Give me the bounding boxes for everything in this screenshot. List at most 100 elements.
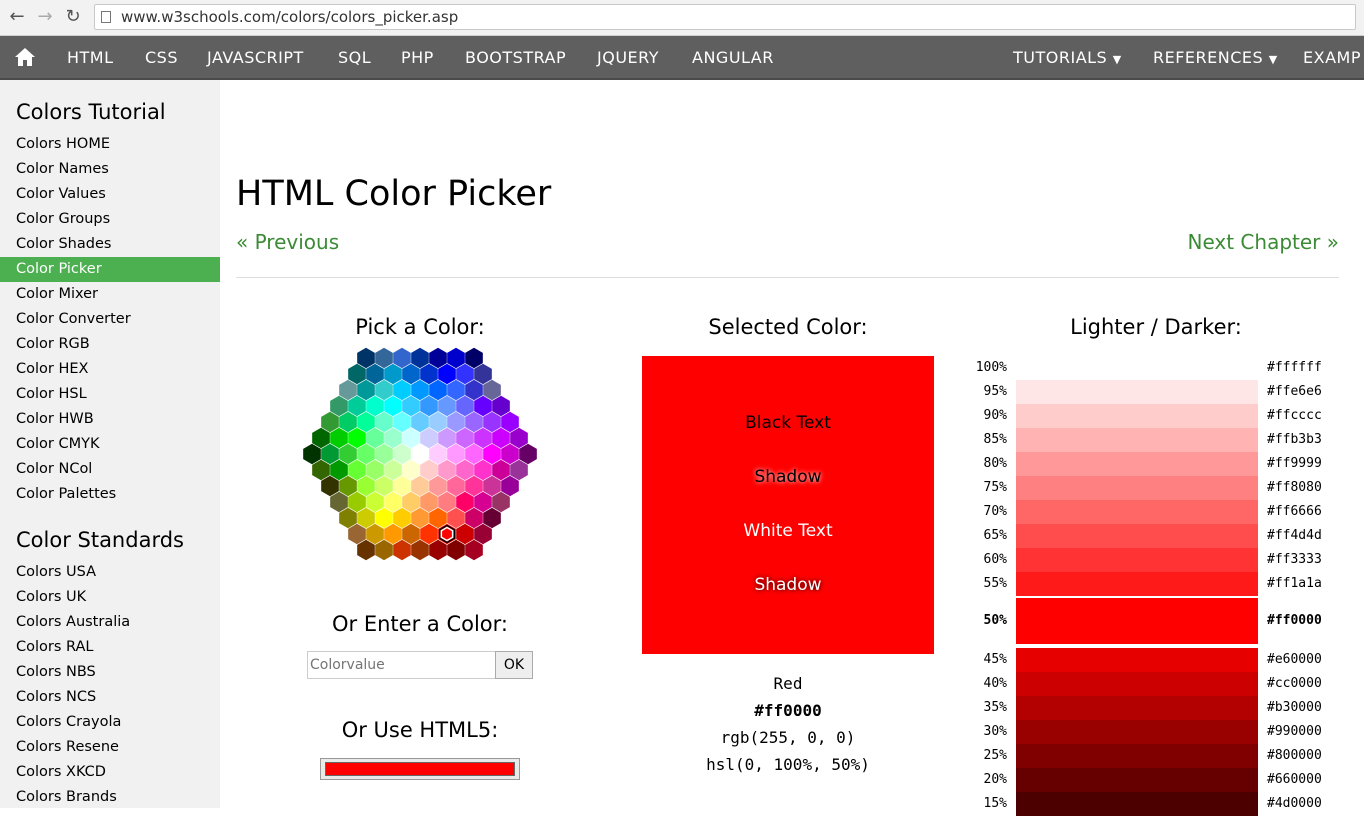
color-hex-cell[interactable] xyxy=(438,459,456,481)
color-hex-cell[interactable] xyxy=(501,475,519,497)
sidebar-item-colors-australia[interactable]: Colors Australia xyxy=(0,610,220,635)
color-hex-cell[interactable] xyxy=(348,491,366,513)
color-hex-cell[interactable] xyxy=(456,491,474,513)
address-url[interactable]: www.w3schools.com/colors/colors_picker.a… xyxy=(121,8,458,26)
sidebar-item-color-ncol[interactable]: Color NCol xyxy=(0,457,220,482)
color-hex-cell[interactable] xyxy=(330,459,348,481)
sidebar-item-color-rgb[interactable]: Color RGB xyxy=(0,332,220,357)
color-hex-cell[interactable] xyxy=(483,443,501,465)
sidebar-item-colors-ncs[interactable]: Colors NCS xyxy=(0,685,220,710)
color-hex-cell[interactable] xyxy=(465,347,483,369)
color-hex-cell[interactable] xyxy=(429,475,447,497)
color-hex-cell[interactable] xyxy=(312,459,330,481)
color-hex-cell[interactable] xyxy=(447,347,465,369)
sidebar-item-colors-crayola[interactable]: Colors Crayola xyxy=(0,710,220,735)
color-hex-cell[interactable] xyxy=(465,475,483,497)
shade-swatch[interactable] xyxy=(1016,572,1258,596)
color-hex-cell[interactable] xyxy=(438,427,456,449)
color-hex-cell[interactable] xyxy=(321,475,339,497)
shade-swatch[interactable] xyxy=(1016,476,1258,500)
color-hex-cell[interactable] xyxy=(420,459,438,481)
sidebar-item-color-hsl[interactable]: Color HSL xyxy=(0,382,220,407)
color-hex-cell[interactable] xyxy=(393,443,411,465)
sidebar-item-color-converter[interactable]: Color Converter xyxy=(0,307,220,332)
color-hex-cell[interactable] xyxy=(474,427,492,449)
color-hex-cell[interactable] xyxy=(357,379,375,401)
color-hex-cell[interactable] xyxy=(348,459,366,481)
color-hex-cell[interactable] xyxy=(474,491,492,513)
color-hex-cell[interactable] xyxy=(339,507,357,529)
nav-examples[interactable]: EXAMP xyxy=(1303,36,1361,78)
color-hex-cell[interactable] xyxy=(492,427,510,449)
sidebar-item-color-hwb[interactable]: Color HWB xyxy=(0,407,220,432)
color-hex-cell[interactable] xyxy=(438,363,456,385)
sidebar-item-color-shades[interactable]: Color Shades xyxy=(0,232,220,257)
color-hex-cell[interactable] xyxy=(375,507,393,529)
nav-tutorials[interactable]: TUTORIALS ▼ xyxy=(1013,36,1122,78)
color-hex-cell[interactable] xyxy=(366,427,384,449)
nav-php[interactable]: PHP xyxy=(401,36,434,78)
color-hex-cell[interactable] xyxy=(447,411,465,433)
color-hex-cell[interactable] xyxy=(357,475,375,497)
shade-swatch[interactable] xyxy=(1016,696,1258,720)
shade-swatch[interactable] xyxy=(1016,598,1258,644)
color-hex-cell[interactable] xyxy=(474,363,492,385)
color-hex-cell[interactable] xyxy=(402,491,420,513)
color-hex-cell[interactable] xyxy=(438,491,456,513)
color-hex-cell[interactable] xyxy=(411,379,429,401)
sidebar-item-color-palettes[interactable]: Color Palettes xyxy=(0,482,220,507)
sidebar-item-colors-nbs[interactable]: Colors NBS xyxy=(0,660,220,685)
color-hex-cell[interactable] xyxy=(375,379,393,401)
shade-swatch[interactable] xyxy=(1016,452,1258,476)
color-hex-cell[interactable] xyxy=(384,427,402,449)
color-hex-cell[interactable] xyxy=(393,379,411,401)
color-hex-cell[interactable] xyxy=(420,363,438,385)
color-hex-cell[interactable] xyxy=(501,443,519,465)
html5-color-picker[interactable] xyxy=(320,758,520,780)
color-hex-cell[interactable] xyxy=(447,475,465,497)
color-hex-cell[interactable] xyxy=(474,395,492,417)
sidebar-item-colors-xkcd[interactable]: Colors XKCD xyxy=(0,760,220,785)
color-hex-cell[interactable] xyxy=(411,507,429,529)
color-hex-cell[interactable] xyxy=(456,395,474,417)
nav-references[interactable]: REFERENCES ▼ xyxy=(1153,36,1278,78)
color-hex-cell[interactable] xyxy=(411,411,429,433)
color-hex-cell[interactable] xyxy=(375,475,393,497)
shade-swatch[interactable] xyxy=(1016,356,1258,380)
color-hex-cell[interactable] xyxy=(456,427,474,449)
shade-swatch[interactable] xyxy=(1016,720,1258,744)
color-hex-cell[interactable] xyxy=(393,475,411,497)
color-hex-cell[interactable] xyxy=(330,491,348,513)
color-hex-cell[interactable] xyxy=(357,443,375,465)
color-hex-cell[interactable] xyxy=(321,411,339,433)
nav-html[interactable]: HTML xyxy=(67,36,114,78)
shade-swatch[interactable] xyxy=(1016,672,1258,696)
color-hex-cell[interactable] xyxy=(465,507,483,529)
shade-swatch[interactable] xyxy=(1016,792,1258,816)
color-hex-cell[interactable] xyxy=(492,459,510,481)
shade-swatch[interactable] xyxy=(1016,380,1258,404)
color-hex-cell[interactable] xyxy=(366,459,384,481)
color-hex-cell[interactable] xyxy=(429,379,447,401)
color-hex-cell[interactable] xyxy=(492,491,510,513)
ok-button[interactable]: OK xyxy=(495,651,533,679)
color-hex-cell[interactable] xyxy=(420,491,438,513)
color-hex-cell[interactable] xyxy=(375,539,393,561)
shade-swatch[interactable] xyxy=(1016,500,1258,524)
color-hex-cell[interactable] xyxy=(348,395,366,417)
shade-swatch[interactable] xyxy=(1016,744,1258,768)
color-hex-cell[interactable] xyxy=(447,507,465,529)
color-hex-cell[interactable] xyxy=(456,523,474,545)
color-hex-cell[interactable] xyxy=(384,491,402,513)
color-hex-cell[interactable] xyxy=(393,411,411,433)
sidebar-item-color-names[interactable]: Color Names xyxy=(0,157,220,182)
color-hex-cell[interactable] xyxy=(465,379,483,401)
color-hex-cell[interactable] xyxy=(447,539,465,561)
nav-javascript[interactable]: JAVASCRIPT xyxy=(207,36,304,78)
color-hex-cell[interactable] xyxy=(411,475,429,497)
shade-swatch[interactable] xyxy=(1016,428,1258,452)
nav-css[interactable]: CSS xyxy=(145,36,178,78)
color-hex-cell[interactable] xyxy=(420,395,438,417)
color-value-input[interactable] xyxy=(307,651,496,679)
sidebar-item-color-values[interactable]: Color Values xyxy=(0,182,220,207)
